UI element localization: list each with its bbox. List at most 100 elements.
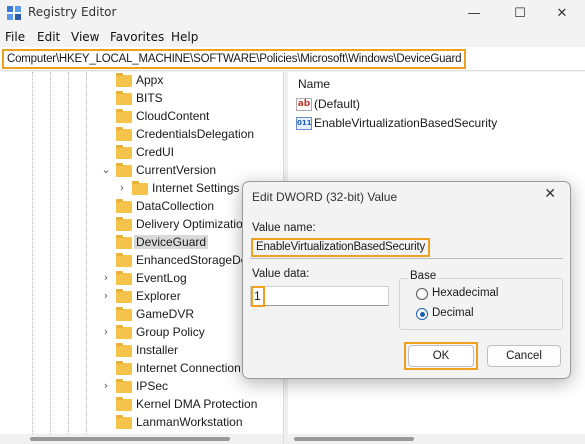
tree-item-label: LanmanWorkstation [136, 415, 243, 429]
menu-help[interactable]: Help [171, 30, 198, 44]
scrollbar-thumb[interactable] [294, 437, 414, 441]
menu-favorites[interactable]: Favorites [110, 30, 164, 44]
tree-item[interactable]: DataCollection [0, 198, 283, 216]
tree-item[interactable]: › Internet Settings [0, 180, 283, 198]
value-data-text[interactable]: 1 [254, 289, 261, 303]
tree-item-selected[interactable]: DeviceGuard [0, 234, 283, 252]
hexadecimal-label[interactable]: Hexadecimal [432, 287, 498, 299]
tree-item[interactable]: Kernel DMA Protection [0, 396, 283, 414]
tree-horizontal-scrollbar[interactable] [0, 434, 283, 444]
folder-icon [116, 271, 132, 285]
base-group [399, 278, 563, 330]
folder-icon [116, 415, 132, 429]
registry-editor-icon [7, 6, 21, 20]
tree-item-label: CredUI [136, 145, 175, 159]
ok-button[interactable]: OK [408, 345, 474, 367]
value-name: (Default) [314, 97, 361, 111]
tree-item-label: GameDVR [136, 307, 195, 321]
tree-item[interactable]: GameDVR [0, 306, 283, 324]
window-title: Registry Editor [28, 5, 117, 19]
tree-item-label: CredentialsDelegation [136, 127, 255, 141]
tree-item-label: CurrentVersion [136, 163, 217, 177]
decimal-radio[interactable] [416, 308, 428, 320]
address-bar[interactable]: Computer\HKEY_LOCAL_MACHINE\SOFTWARE\Pol… [0, 47, 585, 71]
tree-item-label: Internet Settings [152, 181, 240, 195]
tree-item[interactable]: Internet Connection [0, 360, 283, 378]
folder-icon [116, 199, 132, 213]
tree-item-label: IPSec [136, 379, 169, 393]
address-path[interactable]: Computer\HKEY_LOCAL_MACHINE\SOFTWARE\Pol… [2, 49, 467, 69]
dialog-title: Edit DWORD (32-bit) Value [252, 190, 398, 204]
tree-item[interactable]: CredUI [0, 144, 283, 162]
tree-item[interactable]: LanmanWorkstation [0, 414, 283, 432]
tree-item-label: DataCollection [136, 199, 215, 213]
tree-item-label: Installer [136, 343, 179, 357]
tree-item-label: Kernel DMA Protection [136, 397, 258, 411]
tree-item[interactable]: CloudContent [0, 108, 283, 126]
key-tree-pane[interactable]: Appx BITS CloudContent CredentialsDelega… [0, 72, 283, 434]
tree-item[interactable]: Installer [0, 342, 283, 360]
tree-item[interactable]: ⌄ CurrentVersion [0, 162, 283, 180]
value-name-label: Value name: [252, 222, 316, 234]
folder-icon [116, 217, 132, 231]
tree-item-label: DeviceGuard [134, 235, 209, 249]
folder-icon [116, 109, 132, 123]
tree-item[interactable]: Appx [0, 72, 283, 90]
name-column-header[interactable]: Name [298, 77, 330, 91]
chevron-right-icon[interactable]: › [100, 379, 112, 392]
minimize-button[interactable]: — [451, 0, 497, 26]
dword-value-icon: 011 [296, 117, 312, 130]
folder-icon [116, 307, 132, 321]
tree-item[interactable]: EnhancedStorageDevices [0, 252, 283, 270]
tree-item[interactable]: › Group Policy [0, 324, 283, 342]
value-name-text: EnableVirtualizationBasedSecurity [251, 238, 430, 257]
close-window-button[interactable]: ✕ [539, 0, 585, 26]
tree-item[interactable]: › EventLog [0, 270, 283, 288]
chevron-right-icon[interactable]: › [100, 289, 112, 302]
tree-item-label: EventLog [136, 271, 187, 285]
folder-icon [116, 361, 132, 375]
decimal-label[interactable]: Decimal [432, 307, 474, 319]
list-horizontal-scrollbar[interactable] [288, 434, 585, 444]
hexadecimal-radio[interactable] [416, 288, 428, 300]
folder-icon [116, 91, 132, 105]
tree-item-label: Explorer [136, 289, 181, 303]
edit-dword-dialog: Edit DWORD (32-bit) Value ✕ Value name: … [242, 181, 571, 379]
tree-item-label: Delivery Optimization [136, 217, 250, 231]
folder-icon [116, 325, 132, 339]
tree-item[interactable]: › IPSec [0, 378, 283, 396]
chevron-down-icon[interactable]: ⌄ [100, 163, 112, 176]
folder-icon [132, 181, 148, 195]
tree-item[interactable]: › Explorer [0, 288, 283, 306]
chevron-right-icon[interactable]: › [100, 325, 112, 338]
chevron-right-icon[interactable]: › [100, 271, 112, 284]
menu-edit[interactable]: Edit [37, 30, 60, 44]
folder-icon [116, 379, 132, 393]
tree-item[interactable]: BITS [0, 90, 283, 108]
base-label: Base [408, 270, 439, 282]
folder-icon [116, 253, 132, 267]
tree-item[interactable]: Delivery Optimization [0, 216, 283, 234]
value-name: EnableVirtualizationBasedSecurity [314, 116, 498, 130]
folder-icon [116, 73, 132, 87]
folder-icon [116, 235, 132, 249]
value-data-input[interactable] [250, 286, 389, 306]
menu-bar: File Edit View Favorites Help [0, 26, 585, 46]
scrollbar-thumb[interactable] [30, 437, 230, 441]
title-bar: Registry Editor — ☐ ✕ [0, 0, 585, 26]
folder-icon [116, 289, 132, 303]
tree-item-label: Group Policy [136, 325, 205, 339]
close-icon[interactable]: ✕ [544, 186, 556, 202]
menu-view[interactable]: View [71, 30, 99, 44]
cancel-button[interactable]: Cancel [487, 345, 561, 367]
string-value-icon: ab [296, 98, 312, 111]
value-data-label: Value data: [252, 268, 310, 280]
tree-item[interactable]: CredentialsDelegation [0, 126, 283, 144]
chevron-right-icon[interactable]: › [116, 181, 128, 194]
menu-file[interactable]: File [5, 30, 25, 44]
folder-icon [116, 397, 132, 411]
tree-item-label: Internet Connection [136, 361, 241, 375]
maximize-button[interactable]: ☐ [497, 0, 543, 26]
tree-item-label: BITS [136, 91, 163, 105]
folder-icon [116, 343, 132, 357]
